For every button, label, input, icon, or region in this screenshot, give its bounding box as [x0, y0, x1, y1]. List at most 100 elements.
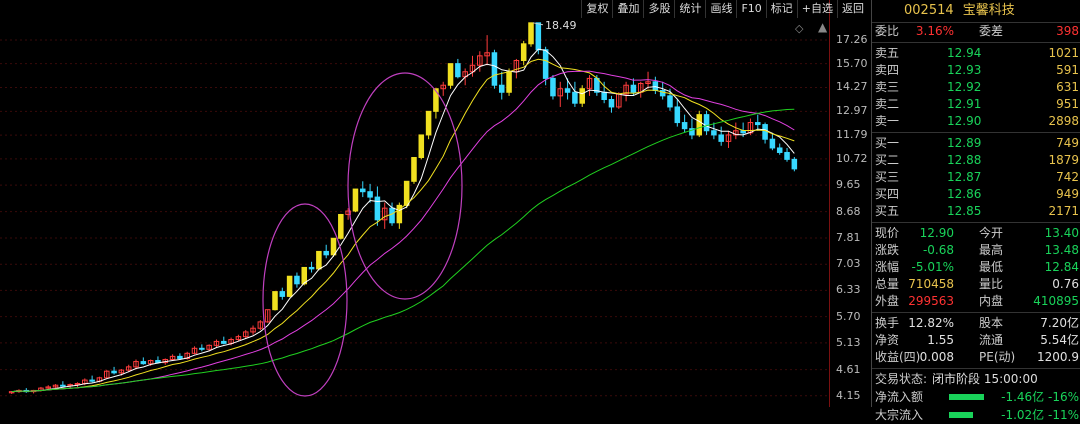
fund-row: 收益(四) 0.008 PE(动) 1200.9	[872, 349, 1080, 366]
buy-order-book: 买一 12.89 749 买二 12.88 1879 买三 12.87 742 买四 12.86 94…	[872, 135, 1080, 220]
order-qty: 1879	[1048, 153, 1079, 167]
price-tick-label: 5.70	[836, 309, 861, 323]
candle-body	[323, 250, 329, 256]
candle-body	[352, 188, 359, 212]
order-qty: 2171	[1048, 204, 1079, 218]
quote-value-2: 410895	[1033, 294, 1079, 308]
candle-body	[498, 84, 505, 93]
candle-body	[418, 134, 425, 159]
weibi-row: 委比 3.16% 委差 398	[872, 23, 1080, 40]
order-row: 买二 12.88 1879	[872, 152, 1080, 169]
flow-value: -1.46亿 -16%	[1001, 390, 1079, 404]
quote-value: 12.90	[919, 226, 954, 240]
toolbar-button[interactable]: 复权	[581, 0, 612, 18]
price-tick-label: 5.13	[836, 335, 861, 349]
quote-label: 总量	[875, 277, 900, 291]
candle-body	[791, 158, 798, 170]
price-tick-label: 14.27	[836, 80, 868, 94]
candle-body	[308, 266, 315, 270]
toolbar-button[interactable]: +自选	[796, 0, 837, 18]
toolbar-button[interactable]: 画线	[705, 0, 736, 18]
price-tick-label: 8.68	[836, 204, 861, 218]
order-price: 12.88	[947, 153, 982, 167]
diamond-icon[interactable]: ◇	[795, 22, 803, 35]
quote-value: 299563	[908, 294, 954, 308]
candle-body	[60, 384, 66, 387]
flow-label: 大宗流入	[875, 408, 924, 422]
order-label: 卖三	[875, 80, 900, 94]
stock-title[interactable]: 002514 宝馨科技	[872, 0, 1080, 23]
stock-name: 宝馨科技	[962, 3, 1015, 18]
fund-value: 12.82%	[908, 316, 954, 330]
fund-label-2: PE(动)	[979, 350, 1016, 364]
fund-row: 净资 1.55 流通 5.54亿	[872, 332, 1080, 349]
candle-body	[681, 122, 688, 130]
order-row: 买一 12.89 749	[872, 135, 1080, 152]
toolbar-button[interactable]: F10	[736, 0, 765, 18]
candle-body	[506, 71, 512, 93]
order-qty: 949	[1056, 187, 1079, 201]
order-label: 卖五	[875, 46, 900, 60]
candle-body	[703, 114, 710, 132]
quote-label: 外盘	[875, 294, 900, 308]
weicha-label: 委差	[979, 24, 1004, 38]
price-tick-label: 15.70	[836, 56, 868, 70]
toolbar-button[interactable]: 叠加	[612, 0, 643, 18]
order-qty: 2898	[1048, 114, 1079, 128]
order-label: 买三	[875, 170, 900, 184]
kline-chart[interactable]: 18.49	[0, 0, 830, 407]
max-price-label: 18.49	[545, 19, 577, 32]
candle-body	[711, 130, 717, 136]
order-price: 12.87	[947, 170, 982, 184]
trade-status-value: 闭市阶段 15:00:00	[932, 372, 1038, 386]
kline-chart-area[interactable]: 18.49 17.26 15.70 14.27 12.97 11.79 10.72 9.65…	[0, 0, 870, 407]
order-price: 12.86	[947, 187, 982, 201]
candle-body	[338, 213, 344, 239]
candle-body	[491, 52, 498, 86]
fund-label-2: 流通	[979, 333, 1004, 347]
price-tick-label: 7.81	[836, 230, 861, 244]
order-row: 卖二 12.91 951	[872, 96, 1080, 113]
candle-body	[433, 88, 439, 112]
order-price: 12.92	[947, 80, 982, 94]
price-tick-label: 6.33	[836, 283, 861, 297]
candle-body	[199, 347, 205, 350]
order-qty: 591	[1056, 63, 1079, 77]
toolbar-button[interactable]: 多股	[643, 0, 674, 18]
toolbar: 复权 叠加 多股 统计 画线 F10 标记 +自选 返回	[581, 0, 868, 18]
quote-label-2: 最低	[979, 260, 1004, 274]
fund-value-2: 5.54亿	[1040, 333, 1079, 347]
quote-row: 现价 12.90 今开 13.40	[872, 225, 1080, 242]
candle-body	[776, 147, 783, 153]
candle-body	[294, 275, 300, 285]
candle-body	[550, 77, 556, 97]
candle-body	[718, 134, 724, 142]
flow-bar	[949, 412, 973, 418]
candle-body	[367, 191, 373, 198]
order-row: 买三 12.87 742	[872, 169, 1080, 186]
toolbar-button[interactable]: 标记	[765, 0, 797, 18]
quote-value: 710458	[908, 277, 954, 291]
order-price: 12.89	[947, 136, 982, 150]
flow-bar	[949, 394, 984, 400]
order-qty: 1021	[1048, 46, 1079, 60]
order-qty: 749	[1056, 136, 1079, 150]
price-tick-label: 7.03	[836, 257, 861, 271]
toolbar-button[interactable]: 统计	[674, 0, 705, 18]
order-qty: 631	[1056, 80, 1079, 94]
candle-body	[630, 84, 637, 93]
toolbar-button[interactable]: 返回	[837, 0, 868, 18]
candle-body	[389, 207, 395, 224]
price-tick-label: 4.15	[836, 388, 861, 402]
order-row: 买五 12.85 2171	[872, 203, 1080, 220]
candle-body	[89, 379, 95, 382]
candle-body	[316, 250, 322, 270]
candle-body	[360, 188, 366, 193]
quote-value-2: 13.48	[1044, 243, 1079, 257]
price-tick-label: 4.61	[836, 362, 861, 376]
candle-body	[535, 22, 542, 51]
candle-body	[286, 275, 293, 297]
quote-value-2: 12.84	[1044, 260, 1079, 274]
scroll-up-icon[interactable]: ▲	[818, 20, 827, 34]
price-tick-label: 11.79	[836, 128, 868, 142]
